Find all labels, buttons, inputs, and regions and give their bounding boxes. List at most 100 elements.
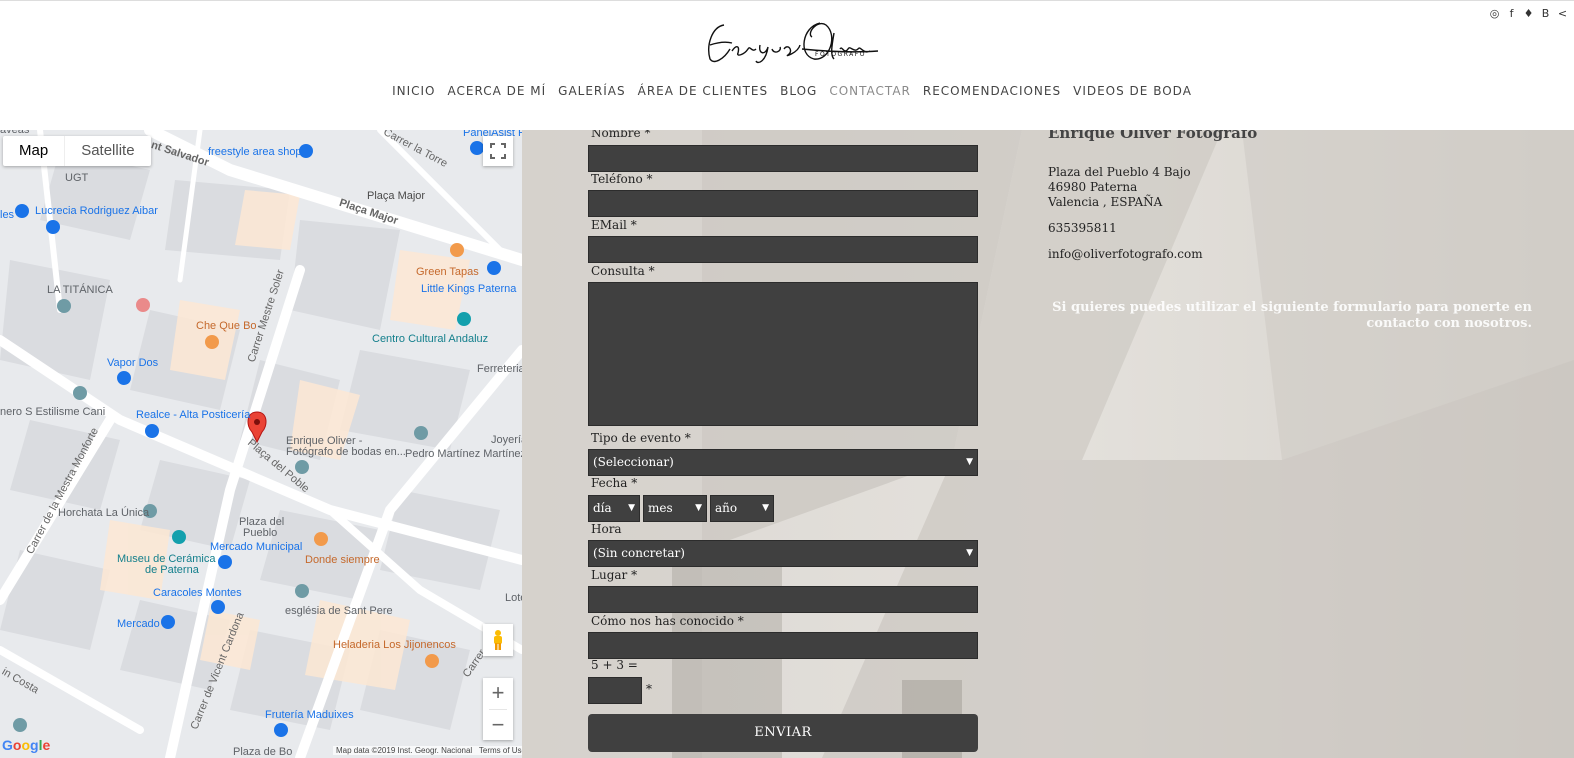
select-hora[interactable]: (Sin concretar) ▼ (588, 540, 978, 567)
map-label: les (0, 209, 15, 221)
map-label: Vapor Dos (107, 357, 159, 369)
select-dia[interactable]: día ▼ (588, 495, 640, 522)
contact-note: Si quieres puedes utilizar el siguiente … (1052, 300, 1532, 331)
nav-galerias[interactable]: GALERÍAS (558, 84, 625, 98)
terms-link[interactable]: Terms of Use (479, 746, 522, 755)
nav-videos-boda[interactable]: VIDEOS DE BODA (1073, 84, 1192, 98)
map-label: Lucrecia Rodriguez Aibar (35, 205, 158, 217)
map-label: Ferreteria (477, 363, 522, 375)
map-label: Plaza de Bo (233, 746, 293, 758)
chevron-down-icon: ▼ (966, 457, 973, 467)
chevron-down-icon: ▼ (966, 548, 973, 558)
nav-contactar[interactable]: CONTACTAR (829, 84, 911, 98)
map-label: Realce - Alta Posticería (136, 409, 251, 421)
contact-email[interactable]: info@oliverfotografo.com (1048, 247, 1257, 262)
select-mes[interactable]: mes ▼ (643, 495, 707, 522)
nav-blog[interactable]: BLOG (780, 84, 817, 98)
map-label: Lote (505, 592, 522, 604)
instagram-icon[interactable]: ◎ (1489, 7, 1500, 20)
textarea-consulta[interactable] (588, 282, 978, 426)
input-telefono[interactable] (588, 190, 978, 217)
input-lugar[interactable] (588, 586, 978, 613)
map-label: Mercado Municipal (210, 541, 303, 553)
map-label: Pedro Martínez Martínez (405, 448, 522, 460)
map-label: Frutería Maduixes (265, 709, 354, 721)
captcha-required: * (646, 682, 652, 696)
zoom-in-button[interactable]: + (483, 678, 513, 709)
site-header: FOTOGRAFO ◎ f ♦ B < INICIO ACERCA DE MÍ … (0, 0, 1574, 130)
map-attribution: Map data ©2019 Inst. Geogr. Nacional Ter… (333, 746, 522, 755)
map-label: Little Kings Paterna (421, 283, 517, 295)
map-label: Centro Cultural Andaluz (372, 333, 489, 345)
zoom-control: + − (483, 678, 513, 740)
submit-button[interactable]: ENVIAR (588, 714, 978, 752)
address-line-2: 46980 Paterna (1048, 180, 1138, 194)
map-label: LA TITÁNICA (47, 284, 113, 296)
map-label: UGT (65, 172, 89, 184)
fullscreen-icon (490, 143, 506, 159)
contact-phone[interactable]: 635395811 (1048, 221, 1257, 236)
label-fecha: Fecha * (591, 476, 638, 490)
twitter-icon[interactable]: ♦ (1523, 7, 1534, 20)
label-email: EMail * (591, 218, 637, 232)
map-label: Heladeria Los Jijonencos (333, 639, 456, 651)
input-captcha[interactable] (588, 677, 642, 704)
google-logo[interactable]: Google (2, 737, 50, 753)
nav-area-clientes[interactable]: ÁREA DE CLIENTES (638, 84, 768, 98)
map-label: Plaça Major (367, 190, 426, 202)
pegman-icon (494, 630, 502, 650)
map-type-control: Map Satellite (3, 136, 151, 166)
contact-info: Enrique Oliver Fotografo Plaza del Puebl… (1048, 124, 1257, 262)
label-telefono: Teléfono * (591, 172, 653, 186)
map-label: Mercado (117, 618, 160, 630)
label-hora: Hora (591, 522, 622, 536)
select-dia-value: día (593, 501, 612, 515)
map-label: de Paterna (145, 564, 199, 576)
map-label: nero S Estilisme Cani (0, 406, 106, 418)
label-captcha: 5 + 3 = (591, 658, 638, 672)
input-nombre[interactable] (588, 145, 978, 172)
fullscreen-button[interactable] (483, 136, 513, 166)
input-email[interactable] (588, 236, 978, 263)
address-line-3: Valencia , ESPAÑA (1048, 195, 1163, 209)
map-label: Fotógrafo de bodas en... (286, 446, 406, 458)
site-logo[interactable] (702, 15, 882, 67)
map-label: freestyle area shop (208, 146, 302, 158)
map-label: església de Sant Pere (285, 605, 393, 617)
facebook-icon[interactable]: f (1506, 7, 1517, 20)
nav-recomendaciones[interactable]: RECOMENDACIONES (923, 84, 1061, 98)
input-como[interactable] (588, 632, 978, 659)
chevron-down-icon: ▼ (695, 503, 702, 513)
map-label: Caracoles Montes (153, 587, 242, 599)
label-como: Cómo nos has conocido * (591, 614, 744, 628)
logo-subtitle: FOTOGRAFO (815, 51, 866, 58)
street-view-button[interactable] (483, 624, 513, 656)
main-nav: INICIO ACERCA DE MÍ GALERÍAS ÁREA DE CLI… (0, 84, 1574, 98)
nav-acerca[interactable]: ACERCA DE MÍ (448, 84, 547, 98)
blogger-icon[interactable]: B (1540, 7, 1551, 20)
select-anio[interactable]: año ▼ (710, 495, 774, 522)
map-type-map-button[interactable]: Map (3, 136, 64, 166)
label-lugar: Lugar * (591, 568, 638, 582)
map-label: Che Que Bo (196, 320, 257, 332)
select-hora-value: (Sin concretar) (593, 546, 685, 560)
select-anio-value: año (715, 501, 738, 515)
social-icons: ◎ f ♦ B < (1489, 7, 1568, 20)
share-icon[interactable]: < (1557, 7, 1568, 20)
zoom-out-button[interactable]: − (483, 710, 513, 741)
map-type-satellite-button[interactable]: Satellite (64, 136, 150, 166)
map-label: Pueblo (243, 527, 278, 539)
map-label: Green Tapas (416, 266, 479, 278)
address-line-1: Plaza del Pueblo 4 Bajo (1048, 165, 1191, 179)
chevron-down-icon: ▼ (762, 503, 769, 513)
google-map[interactable]: aveas nt Salvador freestyle area shop Pa… (0, 130, 522, 758)
map-label: Horchata La Única (58, 507, 150, 519)
select-tipo-evento[interactable]: (Seleccionar) ▼ (588, 449, 978, 476)
label-consulta: Consulta * (591, 264, 655, 278)
map-data-text: Map data ©2019 Inst. Geogr. Nacional (336, 746, 473, 755)
select-tipo-evento-value: (Seleccionar) (593, 455, 674, 469)
select-mes-value: mes (648, 501, 673, 515)
map-label: Joyería (491, 434, 522, 446)
nav-inicio[interactable]: INICIO (392, 84, 435, 98)
map-label: Donde siempre (305, 554, 380, 566)
